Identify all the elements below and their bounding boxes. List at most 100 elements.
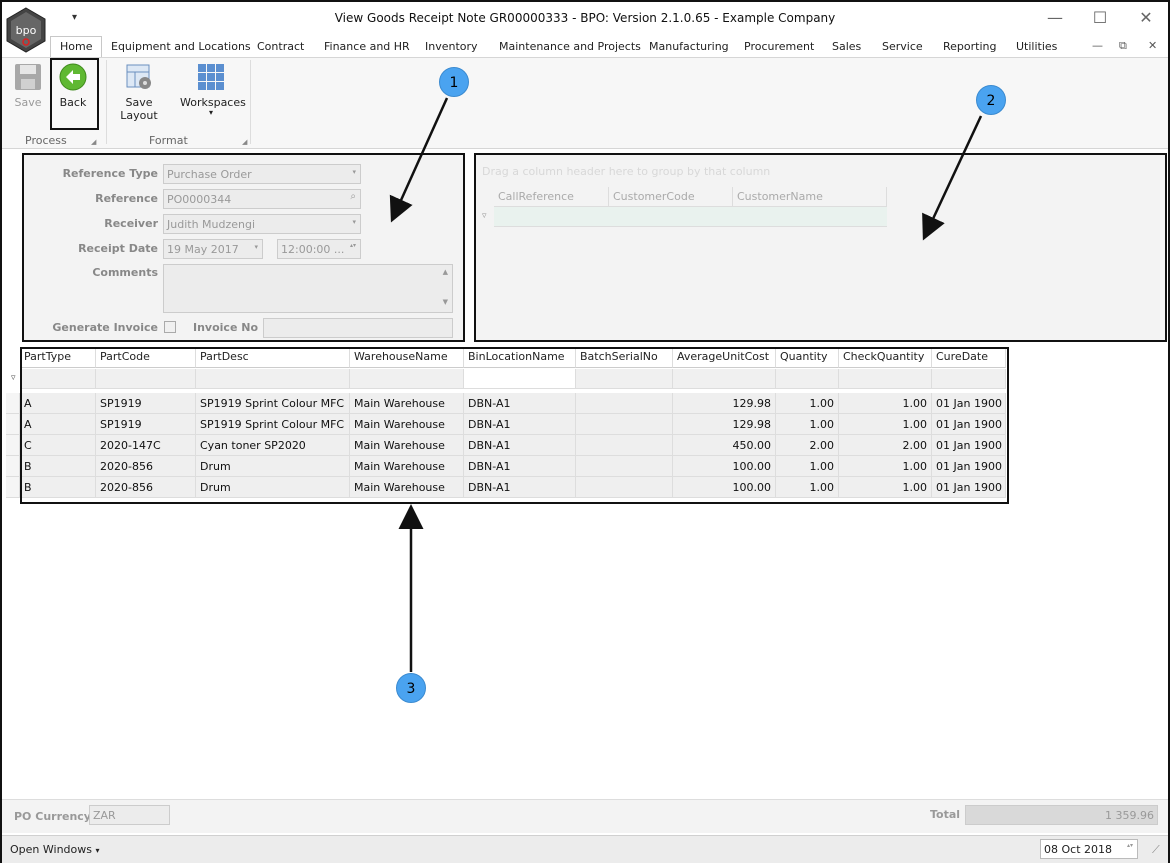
cell-batch-serial-no[interactable] bbox=[576, 435, 673, 456]
cell-quantity[interactable]: 1.00 bbox=[776, 456, 839, 477]
scroll-up-icon[interactable]: ▲ bbox=[443, 268, 448, 276]
tab-inventory[interactable]: Inventory bbox=[425, 40, 478, 53]
reference-input[interactable]: PO0000344 ⌕ bbox=[163, 189, 361, 209]
tab-sales[interactable]: Sales bbox=[832, 40, 861, 53]
call-grid-filter-row[interactable] bbox=[494, 207, 887, 227]
cell-bin-location-name[interactable]: DBN-A1 bbox=[464, 414, 576, 435]
save-layout-button[interactable]: Save Layout bbox=[108, 62, 170, 122]
cell-part-type[interactable]: B bbox=[20, 456, 96, 477]
cell-cure-date[interactable]: 01 Jan 1900 bbox=[932, 477, 1006, 498]
filter-cell-cure-date[interactable] bbox=[932, 369, 1006, 389]
cell-part-desc[interactable]: Drum bbox=[196, 456, 350, 477]
column-header-average-unit-cost[interactable]: AverageUnitCost bbox=[673, 347, 776, 368]
customer-name-header[interactable]: CustomerName bbox=[733, 187, 887, 207]
column-header-quantity[interactable]: Quantity bbox=[776, 347, 839, 368]
filter-cell-average-unit-cost[interactable] bbox=[673, 369, 776, 389]
cell-part-desc[interactable]: Cyan toner SP2020 bbox=[196, 435, 350, 456]
status-date-spinner[interactable]: 08 Oct 2018 ▴▾ bbox=[1040, 839, 1138, 859]
cell-check-quantity[interactable]: 1.00 bbox=[839, 393, 932, 414]
cell-part-desc[interactable]: SP1919 Sprint Colour MFC bbox=[196, 393, 350, 414]
column-header-warehouse-name[interactable]: WarehouseName bbox=[350, 347, 464, 368]
cell-bin-location-name[interactable]: DBN-A1 bbox=[464, 435, 576, 456]
column-header-cure-date[interactable]: CureDate bbox=[932, 347, 1006, 368]
cell-average-unit-cost[interactable]: 129.98 bbox=[673, 393, 776, 414]
tab-finance-and-hr[interactable]: Finance and HR bbox=[324, 40, 410, 53]
tab-procurement[interactable]: Procurement bbox=[744, 40, 814, 53]
cell-bin-location-name[interactable]: DBN-A1 bbox=[464, 477, 576, 498]
cell-average-unit-cost[interactable]: 129.98 bbox=[673, 414, 776, 435]
cell-bin-location-name[interactable]: DBN-A1 bbox=[464, 456, 576, 477]
cell-warehouse-name[interactable]: Main Warehouse bbox=[350, 414, 464, 435]
invoice-no-input[interactable] bbox=[263, 318, 453, 338]
filter-cell-part-desc[interactable] bbox=[196, 369, 350, 389]
comments-textarea[interactable]: ▲ ▼ bbox=[163, 264, 453, 313]
cell-check-quantity[interactable]: 1.00 bbox=[839, 456, 932, 477]
tab-manufacturing[interactable]: Manufacturing bbox=[649, 40, 729, 53]
minimize-button[interactable]: — bbox=[1043, 8, 1067, 27]
mdi-minimize-button[interactable]: — bbox=[1092, 39, 1103, 52]
cell-batch-serial-no[interactable] bbox=[576, 414, 673, 435]
cell-cure-date[interactable]: 01 Jan 1900 bbox=[932, 456, 1006, 477]
scroll-down-icon[interactable]: ▼ bbox=[443, 298, 448, 306]
cell-check-quantity[interactable]: 2.00 bbox=[839, 435, 932, 456]
tab-home[interactable]: Home bbox=[50, 36, 103, 58]
filter-cell-part-type[interactable] bbox=[20, 369, 96, 389]
column-header-part-code[interactable]: PartCode bbox=[96, 347, 196, 368]
filter-cell-batch-serial-no[interactable] bbox=[576, 369, 673, 389]
close-button[interactable]: ✕ bbox=[1134, 8, 1158, 27]
cell-part-code[interactable]: 2020-147C bbox=[96, 435, 196, 456]
cell-warehouse-name[interactable]: Main Warehouse bbox=[350, 393, 464, 414]
filter-cell-part-code[interactable] bbox=[96, 369, 196, 389]
resize-grip-icon[interactable]: ⟋ bbox=[1152, 843, 1160, 857]
row-selector[interactable] bbox=[6, 393, 20, 414]
process-launcher-icon[interactable]: ◢ bbox=[91, 138, 96, 146]
tab-contract[interactable]: Contract bbox=[257, 40, 304, 53]
receipt-time-spinner[interactable]: 12:00:00 ... ▴▾ bbox=[277, 239, 361, 259]
receiver-select[interactable]: Judith Mudzengi ▾ bbox=[163, 214, 361, 234]
cell-cure-date[interactable]: 01 Jan 1900 bbox=[932, 393, 1006, 414]
cell-cure-date[interactable]: 01 Jan 1900 bbox=[932, 414, 1006, 435]
cell-batch-serial-no[interactable] bbox=[576, 477, 673, 498]
cell-part-code[interactable]: 2020-856 bbox=[96, 477, 196, 498]
format-launcher-icon[interactable]: ◢ bbox=[242, 138, 247, 146]
workspaces-button[interactable]: Workspaces ▾ bbox=[180, 62, 246, 117]
filter-cell-bin-location-name[interactable] bbox=[464, 369, 576, 389]
cell-part-code[interactable]: SP1919 bbox=[96, 393, 196, 414]
cell-cure-date[interactable]: 01 Jan 1900 bbox=[932, 435, 1006, 456]
row-selector[interactable] bbox=[6, 414, 20, 435]
cell-part-type[interactable]: A bbox=[20, 414, 96, 435]
tab-equipment-and-locations[interactable]: Equipment and Locations bbox=[111, 40, 251, 53]
cell-quantity[interactable]: 1.00 bbox=[776, 414, 839, 435]
row-selector[interactable] bbox=[6, 477, 20, 498]
mdi-close-button[interactable]: ✕ bbox=[1148, 39, 1157, 52]
cell-check-quantity[interactable]: 1.00 bbox=[839, 414, 932, 435]
cell-warehouse-name[interactable]: Main Warehouse bbox=[350, 477, 464, 498]
cell-quantity[interactable]: 1.00 bbox=[776, 477, 839, 498]
cell-quantity[interactable]: 1.00 bbox=[776, 393, 839, 414]
cell-average-unit-cost[interactable]: 100.00 bbox=[673, 477, 776, 498]
po-currency-input[interactable]: ZAR bbox=[89, 805, 170, 825]
mdi-restore-button[interactable]: ⧉ bbox=[1119, 39, 1127, 53]
column-header-bin-location-name[interactable]: BinLocationName bbox=[464, 347, 576, 368]
receipt-date-picker[interactable]: 19 May 2017 ▾ bbox=[163, 239, 263, 259]
column-header-part-type[interactable]: PartType bbox=[20, 347, 96, 368]
cell-average-unit-cost[interactable]: 100.00 bbox=[673, 456, 776, 477]
reference-type-select[interactable]: Purchase Order ▾ bbox=[163, 164, 361, 184]
cell-average-unit-cost[interactable]: 450.00 bbox=[673, 435, 776, 456]
column-header-part-desc[interactable]: PartDesc bbox=[196, 347, 350, 368]
filter-cell-warehouse-name[interactable] bbox=[350, 369, 464, 389]
cell-part-type[interactable]: A bbox=[20, 393, 96, 414]
cell-part-desc[interactable]: Drum bbox=[196, 477, 350, 498]
cell-part-type[interactable]: C bbox=[20, 435, 96, 456]
open-windows-button[interactable]: Open Windows ▾ bbox=[10, 843, 100, 856]
generate-invoice-checkbox[interactable] bbox=[164, 321, 176, 333]
cell-batch-serial-no[interactable] bbox=[576, 393, 673, 414]
cell-bin-location-name[interactable]: DBN-A1 bbox=[464, 393, 576, 414]
filter-icon[interactable]: ▿ bbox=[482, 211, 487, 221]
tab-reporting[interactable]: Reporting bbox=[943, 40, 996, 53]
filter-cell-quantity[interactable] bbox=[776, 369, 839, 389]
filter-icon[interactable]: ▿ bbox=[11, 373, 16, 383]
customer-code-header[interactable]: CustomerCode bbox=[609, 187, 733, 207]
cell-warehouse-name[interactable]: Main Warehouse bbox=[350, 435, 464, 456]
maximize-button[interactable]: ☐ bbox=[1088, 8, 1112, 27]
